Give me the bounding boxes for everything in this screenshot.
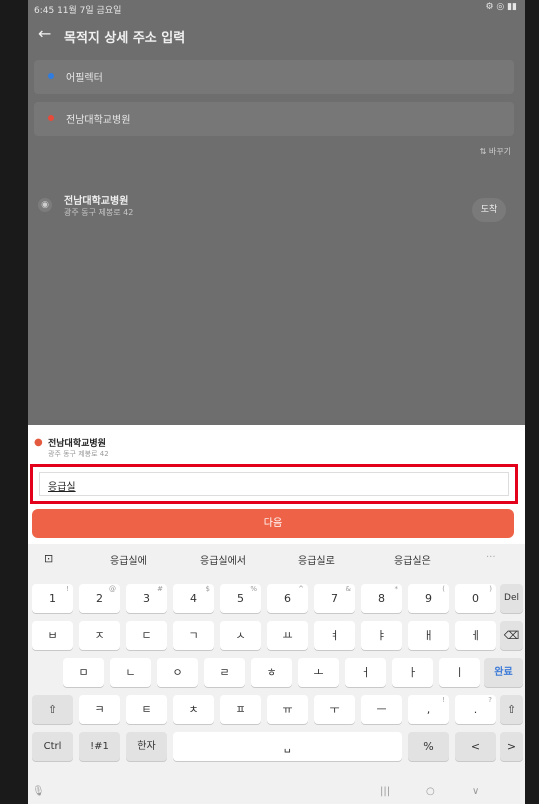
keyboard: ⊡ 응급실에 응급실에서 응급실로 응급실은 ··· 1! 2 @ 3 # 4 $ 5…	[28, 544, 525, 804]
system-nav-bar: 🎙 ||| ○ ∨	[28, 782, 525, 804]
key-4[interactable]: 4 $	[173, 584, 214, 613]
key-kieuk[interactable]: ㅋ	[79, 695, 120, 724]
key-eo[interactable]: ㅓ	[345, 658, 386, 687]
app-bar: ← 목적지 상세 주소 입력	[28, 22, 525, 48]
key-1[interactable]: 1!	[32, 584, 73, 613]
recent-apps-icon[interactable]: |||	[380, 786, 390, 797]
map-pin-icon: ●	[34, 437, 43, 448]
place-name: 전남대학교병원	[64, 196, 129, 207]
place-address: 광주 동구 제봉로 42	[64, 208, 134, 217]
space-key[interactable]: ␣	[173, 732, 402, 761]
address-detail-panel: ● 전남대학교병원 광주 동구 제봉로 42 응급실 다음	[28, 425, 525, 541]
key-yeo[interactable]: ㅕ	[314, 621, 355, 650]
status-time: 6:45 11월 7일 금요일	[34, 6, 122, 16]
next-button[interactable]: 다음	[32, 509, 514, 538]
mic-icon[interactable]: 🎙	[32, 786, 45, 797]
delete-key[interactable]: Del	[500, 584, 523, 613]
key-comma[interactable]: ,!	[408, 695, 449, 724]
home-icon[interactable]: ○	[426, 786, 435, 797]
key-5[interactable]: 5%	[220, 584, 261, 613]
suggestion-bar: ⊡ 응급실에 응급실에서 응급실로 응급실은 ···	[28, 544, 525, 572]
key-giyeok[interactable]: ㄱ	[173, 621, 214, 650]
clipboard-icon[interactable]: ⊡	[44, 552, 53, 565]
input-highlight: 응급실	[30, 464, 518, 504]
origin-dot-icon	[48, 73, 54, 79]
dimmed-overlay[interactable]: 6:45 11월 7일 금요일 ⚙ ◎ ▮▮ ← 목적지 상세 주소 입력 어필…	[28, 0, 525, 425]
status-icons: ⚙ ◎ ▮▮	[485, 2, 517, 12]
key-ieung[interactable]: ㅇ	[157, 658, 198, 687]
route-destination[interactable]: 전남대학교병원	[34, 102, 514, 136]
key-chieut[interactable]: ㅊ	[173, 695, 214, 724]
shift-right-icon[interactable]: ⇧	[500, 695, 523, 724]
shift-icon[interactable]: ⇧	[32, 695, 73, 724]
suggestion-4[interactable]: 응급실은	[394, 552, 431, 567]
key-digeut[interactable]: ㄷ	[126, 621, 167, 650]
key-u[interactable]: ㅜ	[314, 695, 355, 724]
place-item[interactable]: ◉ 전남대학교병원 광주 동구 제봉로 42 도착	[34, 184, 514, 234]
key-hieut[interactable]: ㅎ	[251, 658, 292, 687]
key-7[interactable]: 7 &	[314, 584, 355, 613]
key-tieut[interactable]: ㅌ	[126, 695, 167, 724]
cursor-right-key[interactable]: >	[500, 732, 523, 761]
key-o[interactable]: ㅗ	[298, 658, 339, 687]
destination-label: 전남대학교병원	[66, 115, 131, 126]
key-eu[interactable]: ㅡ	[361, 695, 402, 724]
destination-dot-icon	[48, 115, 54, 121]
key-a[interactable]: ㅏ	[392, 658, 433, 687]
swap-button[interactable]: ⇅ 바꾸기	[480, 146, 511, 157]
status-bar: 6:45 11월 7일 금요일 ⚙ ◎ ▮▮	[28, 0, 525, 16]
key-siot[interactable]: ㅅ	[220, 621, 261, 650]
key-3[interactable]: 3 #	[126, 584, 167, 613]
key-2[interactable]: 2 @	[79, 584, 120, 613]
suggestion-2[interactable]: 응급실에서	[200, 552, 246, 567]
key-period[interactable]: .?	[455, 695, 496, 724]
key-yu[interactable]: ㅠ	[267, 695, 308, 724]
origin-label: 어필렉터	[66, 73, 103, 84]
route-origin[interactable]: 어필렉터	[34, 60, 514, 94]
key-nieun[interactable]: ㄴ	[110, 658, 151, 687]
screen: 6:45 11월 7일 금요일 ⚙ ◎ ▮▮ ← 목적지 상세 주소 입력 어필…	[28, 0, 525, 804]
key-8[interactable]: 8 *	[361, 584, 402, 613]
backspace-icon[interactable]: ⌫	[500, 621, 523, 650]
page-title: 목적지 상세 주소 입력	[64, 31, 186, 46]
key-rieul[interactable]: ㄹ	[204, 658, 245, 687]
suggestion-3[interactable]: 응급실로	[298, 552, 335, 567]
symbol-key[interactable]: !#1	[79, 732, 120, 761]
done-key[interactable]: 완료	[484, 658, 523, 687]
key-ya[interactable]: ㅑ	[361, 621, 402, 650]
key-jieut[interactable]: ㅈ	[79, 621, 120, 650]
key-bieup[interactable]: ㅂ	[32, 621, 73, 650]
key-9[interactable]: 9(	[408, 584, 449, 613]
location-pin-icon: ◉	[38, 198, 52, 212]
selected-place-address: 광주 동구 제봉로 42	[48, 450, 109, 458]
key-yo[interactable]: ㅛ	[267, 621, 308, 650]
detail-address-input[interactable]: 응급실	[39, 472, 509, 496]
hanja-key[interactable]: 한자	[126, 732, 167, 761]
back-chevron-icon[interactable]: ∨	[472, 786, 479, 797]
ctrl-key[interactable]: Ctrl	[32, 732, 73, 761]
slash-key[interactable]: %	[408, 732, 449, 761]
more-icon[interactable]: ···	[486, 552, 496, 563]
key-mieum[interactable]: ㅁ	[63, 658, 104, 687]
key-ae[interactable]: ㅐ	[408, 621, 449, 650]
selected-place-name: 전남대학교병원	[48, 439, 106, 449]
cursor-left-key[interactable]: <	[455, 732, 496, 761]
key-6[interactable]: 6 ^	[267, 584, 308, 613]
key-pieup[interactable]: ㅍ	[220, 695, 261, 724]
key-0[interactable]: 0)	[455, 584, 496, 613]
back-arrow-icon[interactable]: ←	[38, 24, 51, 43]
arrive-button[interactable]: 도착	[472, 198, 506, 222]
suggestion-1[interactable]: 응급실에	[110, 552, 147, 567]
key-i[interactable]: ㅣ	[439, 658, 480, 687]
key-e[interactable]: ㅔ	[455, 621, 496, 650]
